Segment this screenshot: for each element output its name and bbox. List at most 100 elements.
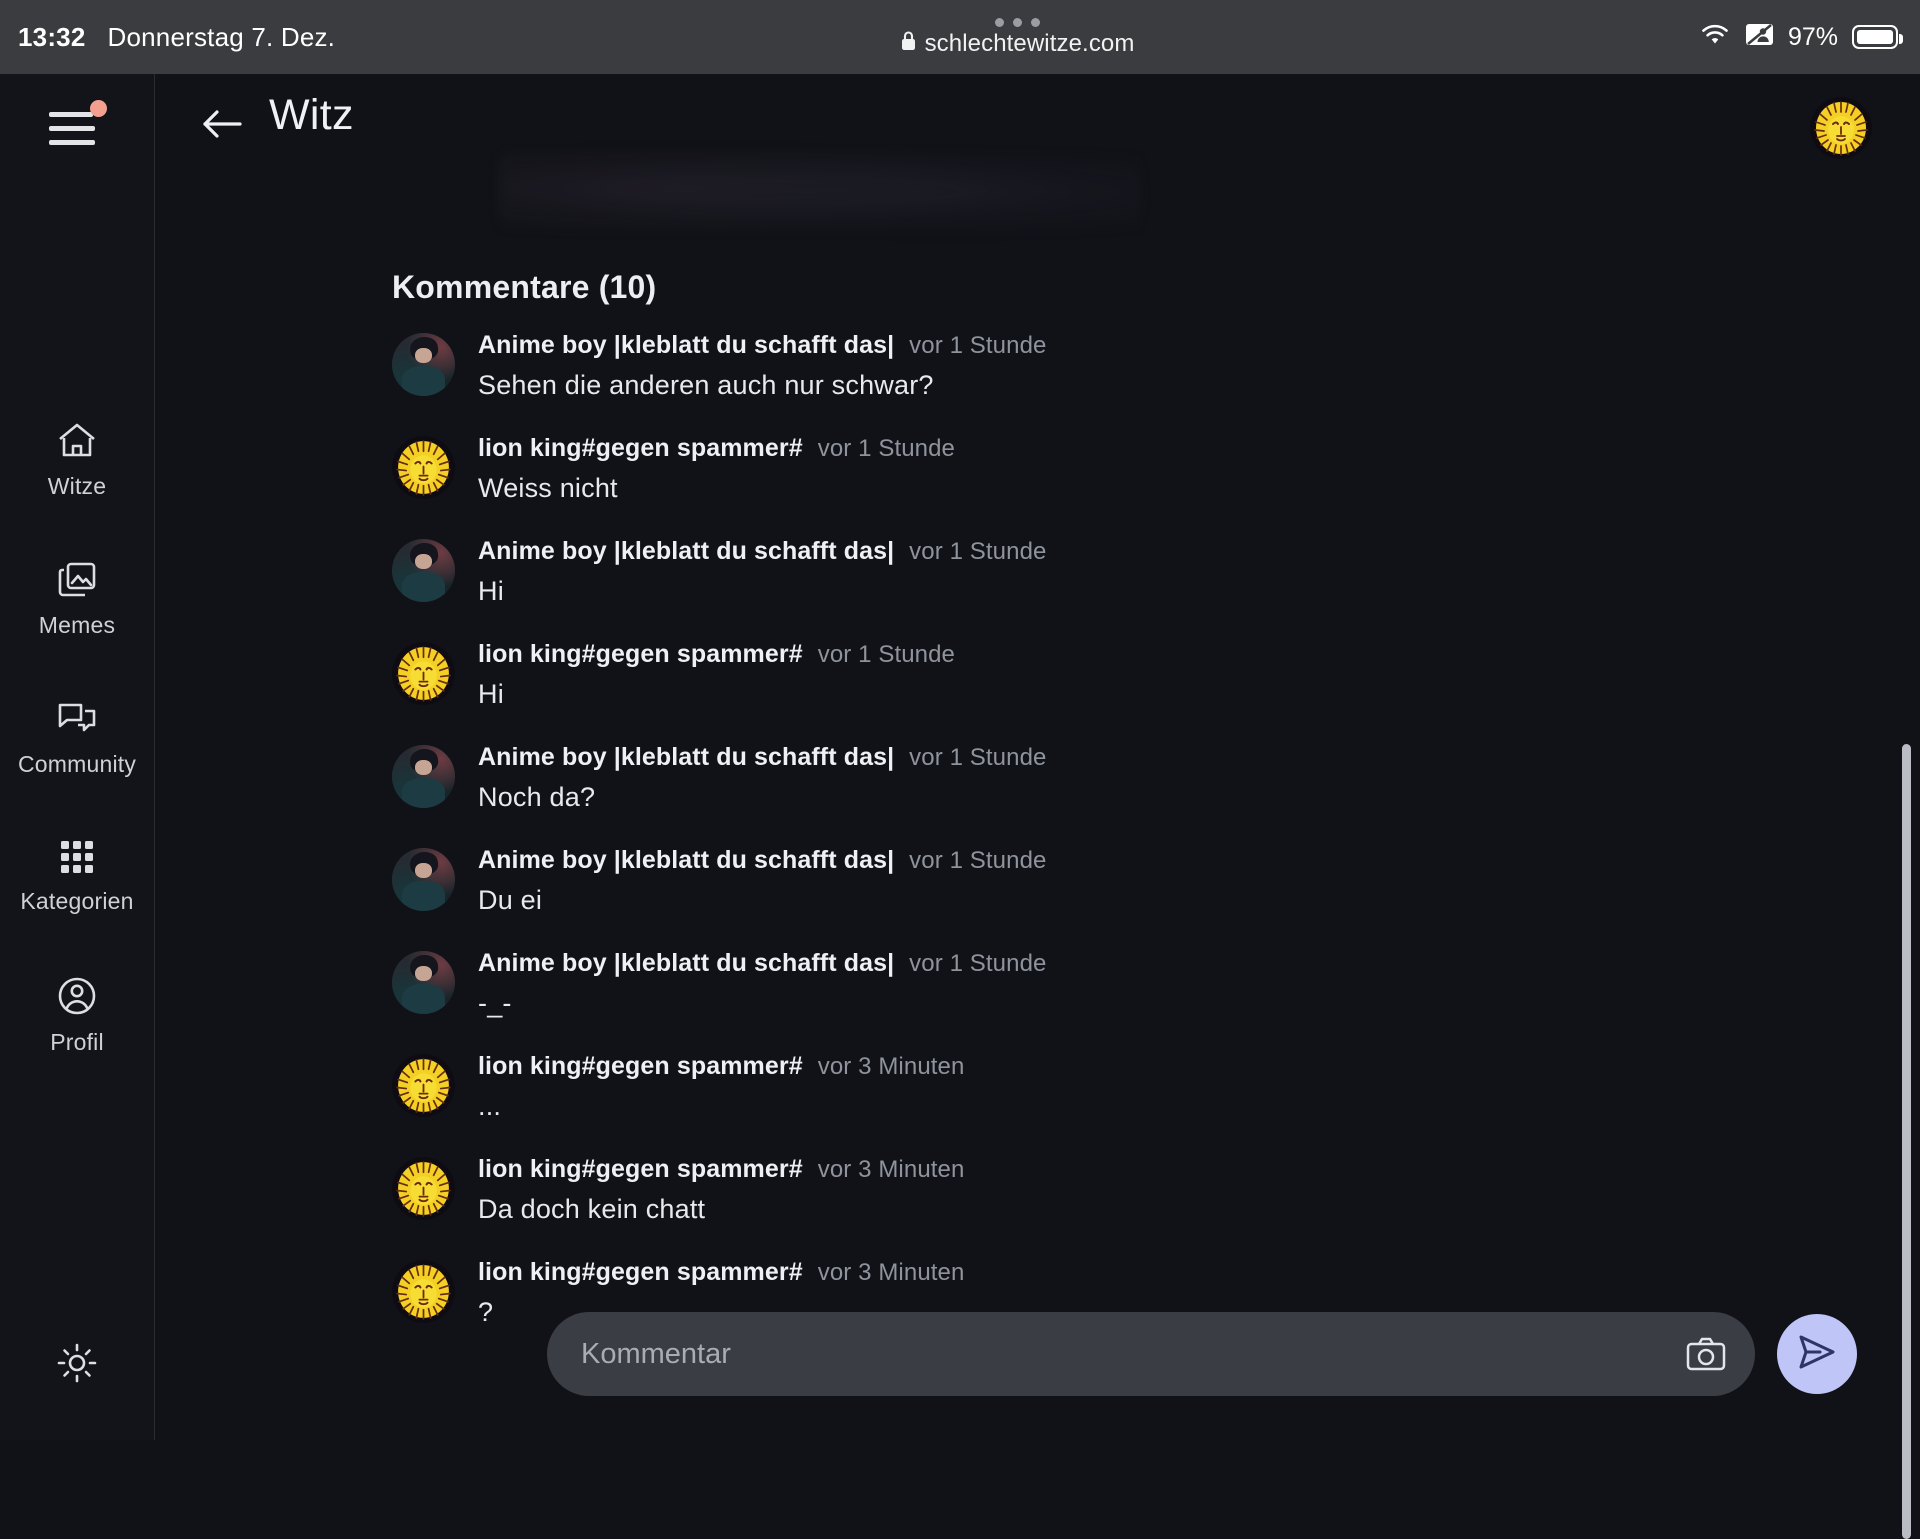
- comment-username[interactable]: Anime boy |kleblatt du schafft das|: [478, 743, 894, 772]
- hamburger-menu-icon[interactable]: [49, 100, 107, 150]
- sidebar-item-memes[interactable]: Memes: [0, 559, 154, 639]
- comment-username[interactable]: lion king#gegen spammer#: [478, 1155, 803, 1184]
- battery-percent: 97%: [1787, 22, 1838, 51]
- sidebar-item-profil[interactable]: Profil: [0, 974, 154, 1056]
- lion-king-avatar[interactable]: [392, 436, 455, 499]
- page-title: Witz: [269, 91, 354, 139]
- comment-item: Anime boy |kleblatt du schafft das| vor 1…: [392, 739, 1842, 842]
- status-date: Donnerstag 7. Dez.: [107, 21, 336, 52]
- comment-body: lion king#gegen spammer# vor 1 Stunde Hi: [478, 636, 1842, 710]
- comment-item: lion king#gegen spammer# vor 3 Minuten...: [392, 1048, 1842, 1151]
- comment-username[interactable]: lion king#gegen spammer#: [478, 434, 803, 463]
- comment-timestamp: vor 3 Minuten: [817, 1053, 965, 1080]
- page-header: Witz: [155, 74, 1920, 179]
- scrollbar-thumb[interactable]: [1902, 744, 1911, 1539]
- anime-boy-avatar[interactable]: [392, 745, 455, 808]
- sidebar-item-label: Witze: [47, 473, 107, 499]
- lock-icon: [900, 30, 917, 58]
- status-time: 13:32: [18, 21, 86, 52]
- chat-bubbles-icon: [55, 698, 99, 740]
- send-button[interactable]: [1777, 1314, 1857, 1394]
- comment-timestamp: vor 1 Stunde: [909, 950, 1047, 977]
- anime-boy-avatar-art: [392, 745, 455, 808]
- back-arrow-icon[interactable]: [201, 107, 243, 146]
- comment-timestamp: vor 1 Stunde: [909, 538, 1047, 565]
- comment-username[interactable]: Anime boy |kleblatt du schafft das|: [478, 331, 894, 360]
- camera-icon[interactable]: [1685, 1336, 1727, 1372]
- comment-username[interactable]: Anime boy |kleblatt du schafft das|: [478, 949, 894, 978]
- comment-timestamp: vor 3 Minuten: [817, 1259, 965, 1286]
- comments-heading: Kommentare (10): [392, 269, 657, 305]
- sidebar-nav: Witze Memes Community Kategorien Profil: [0, 420, 154, 1056]
- sidebar-item-witze[interactable]: Witze: [0, 420, 154, 500]
- comment-username[interactable]: Anime boy |kleblatt du schafft das|: [478, 846, 894, 875]
- anime-boy-avatar[interactable]: [392, 848, 455, 911]
- user-circle-icon: [55, 974, 99, 1018]
- comment-item: Anime boy |kleblatt du schafft das| vor 1…: [392, 327, 1842, 430]
- comment-header: lion king#gegen spammer# vor 1 Stunde: [478, 640, 1842, 669]
- comment-body: Anime boy |kleblatt du schafft das| vor 1…: [478, 327, 1842, 401]
- lion-king-avatar-art: [392, 1260, 455, 1323]
- comment-username[interactable]: Anime boy |kleblatt du schafft das|: [478, 537, 894, 566]
- comment-text: ...: [478, 1091, 502, 1121]
- comment-item: Anime boy |kleblatt du schafft das| vor 1…: [392, 533, 1842, 636]
- lion-king-avatar[interactable]: [392, 1054, 455, 1117]
- anime-boy-avatar[interactable]: [392, 333, 455, 396]
- wifi-icon: [1699, 23, 1731, 52]
- lion-king-avatar-art: [392, 642, 455, 705]
- lion-king-avatar[interactable]: [392, 642, 455, 705]
- comment-username[interactable]: lion king#gegen spammer#: [478, 640, 803, 669]
- comment-text: Hi: [478, 679, 504, 709]
- comment-username[interactable]: lion king#gegen spammer#: [478, 1258, 803, 1287]
- sidebar-item-label: Memes: [38, 612, 116, 638]
- lion-king-avatar-art: [392, 436, 455, 499]
- sun-brightness-icon[interactable]: [53, 1339, 101, 1392]
- comment-header: Anime boy |kleblatt du schafft das| vor 1…: [478, 846, 1842, 875]
- comment-list: Anime boy |kleblatt du schafft das| vor 1…: [392, 327, 1842, 1357]
- avatar[interactable]: [1810, 97, 1872, 159]
- comments-panel: Kommentare (10) Anime boy |kleblatt du s…: [155, 179, 1920, 1440]
- comment-header: lion king#gegen spammer# vor 3 Minuten: [478, 1258, 1842, 1287]
- browser-url-bar[interactable]: schlechtewitze.com: [335, 16, 1699, 58]
- comment-text: Sehen die anderen auch nur schwar?: [478, 370, 934, 400]
- comment-body: Anime boy |kleblatt du schafft das| vor 1…: [478, 842, 1842, 916]
- anime-boy-avatar-art: [392, 848, 455, 911]
- lion-king-avatar[interactable]: [392, 1157, 455, 1220]
- comment-text: Noch da?: [478, 782, 596, 812]
- comment-input[interactable]: [547, 1337, 1755, 1371]
- anime-boy-avatar[interactable]: [392, 539, 455, 602]
- comment-body: Anime boy |kleblatt du schafft das| vor 1…: [478, 945, 1842, 1019]
- app-shell: Witze Memes Community Kategorien Profil …: [0, 74, 1920, 1539]
- comment-input-wrapper[interactable]: [547, 1312, 1755, 1396]
- comment-timestamp: vor 3 Minuten: [817, 1156, 965, 1183]
- tab-dots-icon: [994, 18, 1040, 27]
- comment-username[interactable]: lion king#gegen spammer#: [478, 1052, 803, 1081]
- comment-timestamp: vor 1 Stunde: [817, 435, 956, 462]
- comment-header: Anime boy |kleblatt du schafft das| vor 1…: [478, 331, 1842, 360]
- anime-boy-avatar[interactable]: [392, 951, 455, 1014]
- comment-header: lion king#gegen spammer# vor 3 Minuten: [478, 1052, 1842, 1081]
- comment-item: lion king#gegen spammer# vor 3 Minuten Da …: [392, 1151, 1842, 1254]
- comment-timestamp: vor 1 Stunde: [817, 641, 956, 668]
- images-icon: [55, 559, 99, 601]
- battery-icon: [1852, 25, 1903, 49]
- comment-text: Du ei: [478, 885, 543, 915]
- scrollbar-track[interactable]: [1900, 179, 1914, 1539]
- notification-badge: [90, 100, 107, 117]
- status-bar-right: 97%: [1699, 22, 1920, 52]
- comment-header: Anime boy |kleblatt du schafft das| vor 1…: [478, 949, 1842, 978]
- comment-item: Anime boy |kleblatt du schafft das| vor 1…: [392, 945, 1842, 1048]
- comment-body: lion king#gegen spammer# vor 3 Minuten...: [478, 1048, 1842, 1122]
- comment-text: Hi: [478, 576, 504, 606]
- lion-king-avatar-art: [392, 1054, 455, 1117]
- sidebar-item-community[interactable]: Community: [0, 698, 154, 778]
- status-bar: 13:32 Donnerstag 7. Dez. schlechtewitze.…: [0, 0, 1920, 74]
- status-bar-left: 13:32 Donnerstag 7. Dez.: [0, 22, 335, 53]
- sidebar-item-kategorien[interactable]: Kategorien: [0, 837, 154, 915]
- comment-timestamp: vor 1 Stunde: [909, 332, 1047, 359]
- comment-item: Anime boy |kleblatt du schafft das| vor 1…: [392, 842, 1842, 945]
- comment-body: Anime boy |kleblatt du schafft das| vor 1…: [478, 533, 1842, 607]
- comment-text: Weiss nicht: [478, 473, 618, 503]
- comment-text: -_-: [478, 988, 512, 1018]
- lion-king-avatar[interactable]: [392, 1260, 455, 1323]
